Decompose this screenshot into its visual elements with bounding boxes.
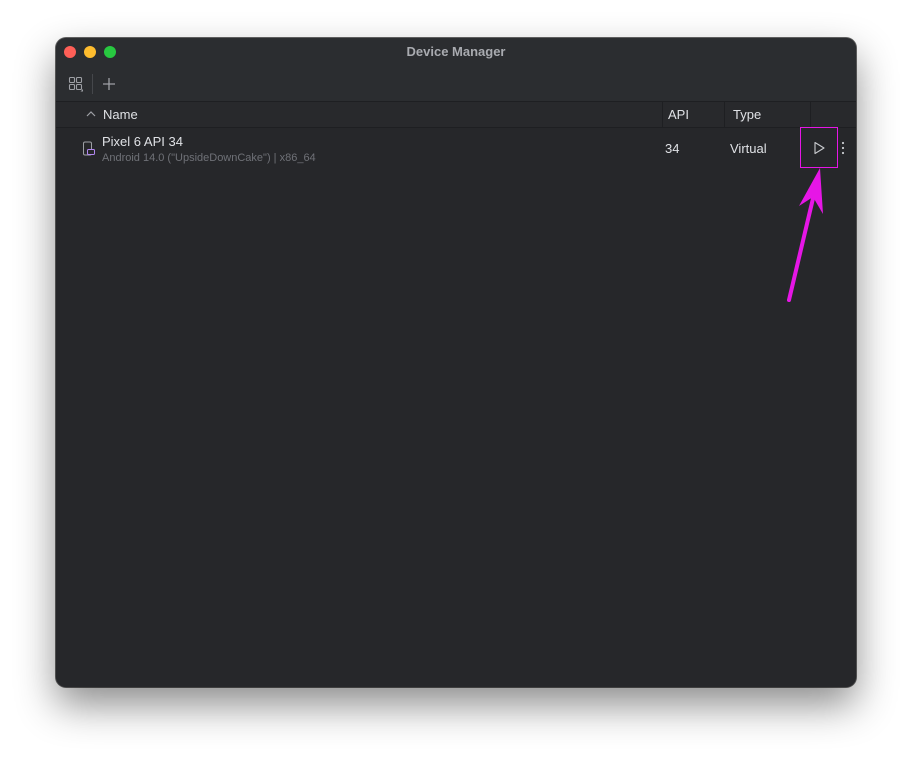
more-actions-button[interactable] xyxy=(836,139,850,157)
column-header-type[interactable]: Type xyxy=(733,107,761,122)
sort-ascending-icon[interactable] xyxy=(86,110,96,118)
toolbar-separator xyxy=(92,74,93,94)
device-type: Virtual xyxy=(730,141,767,156)
device-grid-button[interactable] xyxy=(65,73,87,95)
device-api: 34 xyxy=(665,141,680,156)
table-header: Name API Type xyxy=(56,101,856,128)
window-title: Device Manager xyxy=(406,44,506,59)
column-header-name[interactable]: Name xyxy=(103,107,138,122)
add-device-button[interactable] xyxy=(98,73,120,95)
more-vertical-icon xyxy=(841,141,845,155)
title-bar: Device Manager xyxy=(56,38,856,66)
column-divider xyxy=(662,102,663,127)
virtual-device-icon xyxy=(83,141,95,156)
device-table: Name API Type Pixel 6 API 34 Android 14.… xyxy=(56,101,856,687)
column-divider xyxy=(724,102,725,127)
table-row[interactable]: Pixel 6 API 34 Android 14.0 ("UpsideDown… xyxy=(56,127,856,171)
device-details: Android 14.0 ("UpsideDownCake") | x86_64 xyxy=(102,152,316,164)
run-device-button[interactable] xyxy=(800,127,838,168)
device-manager-window: Device Manager Name API Type Pixel 6 API… xyxy=(56,38,856,687)
device-name: Pixel 6 API 34 xyxy=(102,134,183,149)
toolbar xyxy=(56,66,856,101)
device-grid-icon xyxy=(68,76,83,92)
column-divider xyxy=(810,102,811,127)
column-header-api[interactable]: API xyxy=(668,107,689,122)
play-icon xyxy=(814,141,825,154)
add-icon xyxy=(103,78,115,90)
